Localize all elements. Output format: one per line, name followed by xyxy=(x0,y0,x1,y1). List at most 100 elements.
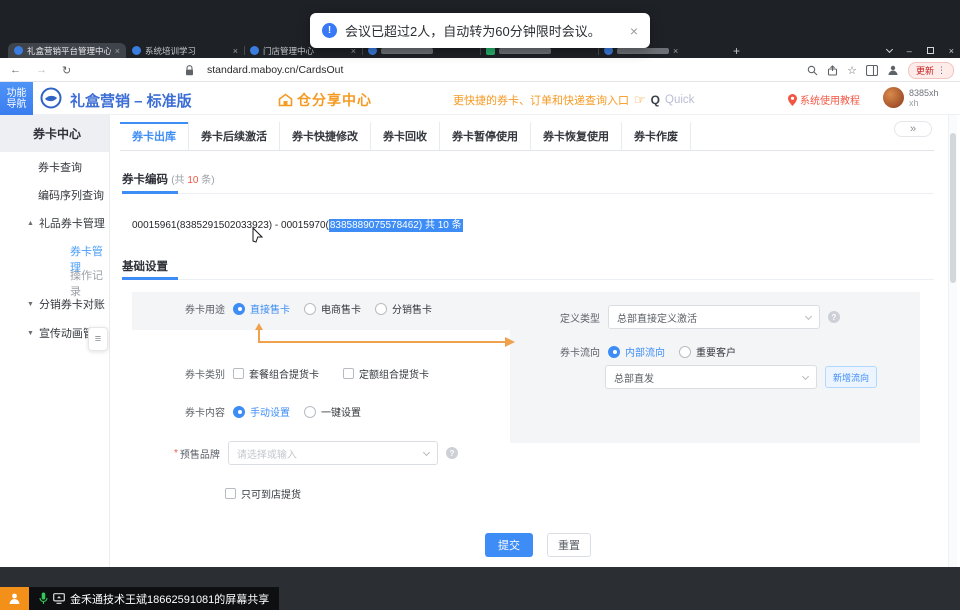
screen-share-text: 金禾通技术王斌18662591081的屏幕共享 xyxy=(70,591,269,607)
help-icon[interactable]: ? xyxy=(828,311,840,323)
radio-internal-flow[interactable]: 内部流向 xyxy=(608,344,665,359)
radio-direct-sale[interactable]: 直接售卡 xyxy=(233,301,290,316)
presale-brand-select[interactable]: 请选择或输入 xyxy=(228,441,438,465)
scrollbar-track[interactable] xyxy=(948,115,957,567)
site-favicon xyxy=(14,46,23,55)
reload-icon[interactable]: ↻ xyxy=(62,58,71,82)
window-minimize-button[interactable]: – xyxy=(907,46,912,56)
guide-arrow xyxy=(253,322,517,354)
codes-count: 10 xyxy=(187,175,198,186)
tab-search-icon[interactable] xyxy=(886,46,893,53)
radio-icon xyxy=(679,346,691,358)
checkbox-icon xyxy=(343,368,354,379)
card-category-row: 券卡类别 套餐组合提货卡 定额组合提货卡 xyxy=(185,366,443,381)
mouse-cursor xyxy=(252,227,263,248)
radio-icon xyxy=(375,303,387,315)
section-divider xyxy=(122,193,934,194)
tab-card-void[interactable]: 券卡作废 xyxy=(622,122,691,150)
card-category-label: 券卡类别 xyxy=(185,366,225,381)
share-icon[interactable] xyxy=(827,65,838,76)
radio-icon xyxy=(304,406,316,418)
browser-update-button[interactable]: 更新 ⋮ xyxy=(908,62,954,79)
store-pickup-row: 只可到店提货 xyxy=(225,486,315,501)
sidebar-item-gift-card-management[interactable]: ▲ 礼品券卡管理 xyxy=(27,215,105,231)
url-text[interactable]: standard.maboy.cn/CardsOut xyxy=(207,58,343,82)
new-tab-button[interactable]: + xyxy=(733,44,740,58)
sidebar-collapse-handle[interactable]: ≡ xyxy=(88,327,108,351)
user-account[interactable]: 8385xh xh xyxy=(883,87,939,108)
radio-icon xyxy=(608,346,620,358)
function-nav-badge[interactable]: 功能 导航 xyxy=(0,82,33,115)
chevron-down-icon xyxy=(423,449,430,456)
app-header: 功能 导航 礼盒营销 – 标准版 仓分享中心 更快捷的券卡、订单和快递查询入口 … xyxy=(0,82,960,115)
tab-card-followup-activation[interactable]: 券卡后续激活 xyxy=(189,122,280,150)
reset-button[interactable]: 重置 xyxy=(547,533,591,557)
flow-select[interactable]: 总部直发 xyxy=(605,365,817,389)
checkbox-package-combo-card[interactable]: 套餐组合提货卡 xyxy=(233,366,319,381)
screen-share-icon xyxy=(53,593,65,604)
collapse-arrow-icon: ▲ xyxy=(27,220,34,227)
sidebar-item-operation-log[interactable]: 操作记录 xyxy=(70,267,109,299)
presale-brand-label: 预售品牌 xyxy=(180,446,220,461)
window-maximize-button[interactable] xyxy=(927,47,934,54)
radio-manual-setup[interactable]: 手动设置 xyxy=(233,404,290,419)
chevron-down-icon xyxy=(805,313,812,320)
tab-title-hidden xyxy=(617,48,669,54)
chevron-down-icon xyxy=(802,373,809,380)
section-active-underline xyxy=(122,277,178,280)
quick-entry[interactable]: 更快捷的券卡、订单和快递查询入口 ☞ Q Quick xyxy=(453,92,694,108)
lock-icon[interactable] xyxy=(185,58,194,82)
main-content: 券卡出库 券卡后续激活 券卡快捷修改 券卡回收 券卡暂停使用 券卡恢复使用 券卡… xyxy=(110,115,948,567)
window-close-button[interactable]: × xyxy=(949,46,954,56)
tab-card-outbound[interactable]: 券卡出库 xyxy=(120,122,189,150)
microphone-icon xyxy=(39,592,48,605)
bookmark-star-icon[interactable]: ☆ xyxy=(847,64,857,77)
menu-dots-icon[interactable]: ⋮ xyxy=(937,65,946,76)
sidebar-item-card-query[interactable]: 券卡查询 xyxy=(38,159,82,175)
define-type-select[interactable]: 总部直接定义激活 xyxy=(608,305,820,329)
profile-icon[interactable] xyxy=(887,64,899,76)
meeting-bottom-strip: 金禾通技术王斌18662591081的屏幕共享 xyxy=(0,567,960,610)
define-type-label: 定义类型 xyxy=(560,310,600,325)
tab-close-icon[interactable]: × xyxy=(233,46,238,56)
brand-logo-icon xyxy=(40,87,62,114)
add-flow-button[interactable]: 新增流向 xyxy=(825,366,877,388)
checkbox-store-pickup-only[interactable]: 只可到店提货 xyxy=(225,486,301,501)
tab-card-resume[interactable]: 券卡恢复使用 xyxy=(531,122,622,150)
back-icon[interactable]: ← xyxy=(10,58,21,82)
radio-distribution-sale[interactable]: 分销售卡 xyxy=(375,301,432,316)
tab-card-suspend[interactable]: 券卡暂停使用 xyxy=(440,122,531,150)
toast-close-icon[interactable]: × xyxy=(630,23,638,39)
zoom-icon[interactable] xyxy=(807,65,818,76)
define-type-row: 定义类型 总部直接定义激活 ? xyxy=(560,305,840,329)
more-tabs-button[interactable]: » xyxy=(894,121,932,137)
help-icon[interactable]: ? xyxy=(446,447,458,459)
sharer-avatar-icon xyxy=(0,587,29,610)
forward-icon[interactable]: → xyxy=(36,58,47,82)
radio-ecommerce-sale[interactable]: 电商售卡 xyxy=(304,301,361,316)
tab-card-recycle[interactable]: 券卡回收 xyxy=(371,122,440,150)
screen-share-indicator: 金禾通技术王斌18662591081的屏幕共享 xyxy=(0,587,279,610)
side-panel-icon[interactable] xyxy=(866,65,878,76)
location-pin-icon xyxy=(788,94,797,106)
tab-card-quick-edit[interactable]: 券卡快捷修改 xyxy=(280,122,371,150)
checkbox-fixed-combo-card[interactable]: 定额组合提货卡 xyxy=(343,366,429,381)
share-center-link[interactable]: 仓分享中心 xyxy=(278,90,372,110)
card-code-range: 00015961(8385291502033923) - 00015970(83… xyxy=(132,216,463,231)
system-tutorial-link[interactable]: 系统使用教程 xyxy=(788,92,860,107)
sidebar-item-distribution-reconciliation[interactable]: ▼ 分销券卡对账 xyxy=(27,296,105,312)
radio-icon xyxy=(233,406,245,418)
expand-arrow-icon: ▼ xyxy=(27,301,34,308)
scrollbar-thumb[interactable] xyxy=(950,133,956,283)
tab-close-icon[interactable]: × xyxy=(115,46,120,56)
tab-close-icon[interactable]: × xyxy=(673,46,678,56)
radio-important-customer[interactable]: 重要客户 xyxy=(679,344,736,359)
address-bar-actions: ☆ 更新 ⋮ xyxy=(807,58,954,82)
codes-section-title: 券卡编码 (共 10 条) xyxy=(122,171,215,187)
card-flow-label: 券卡流向 xyxy=(560,344,600,359)
sidebar-item-code-sequence-query[interactable]: 编码序列查询 xyxy=(38,187,104,203)
browser-tab-active[interactable]: 礼盒营销平台管理中心 × xyxy=(8,43,126,58)
submit-button[interactable]: 提交 xyxy=(485,533,533,557)
radio-one-click-setup[interactable]: 一键设置 xyxy=(304,404,361,419)
browser-tab[interactable]: 系统培训学习 × xyxy=(126,43,244,58)
